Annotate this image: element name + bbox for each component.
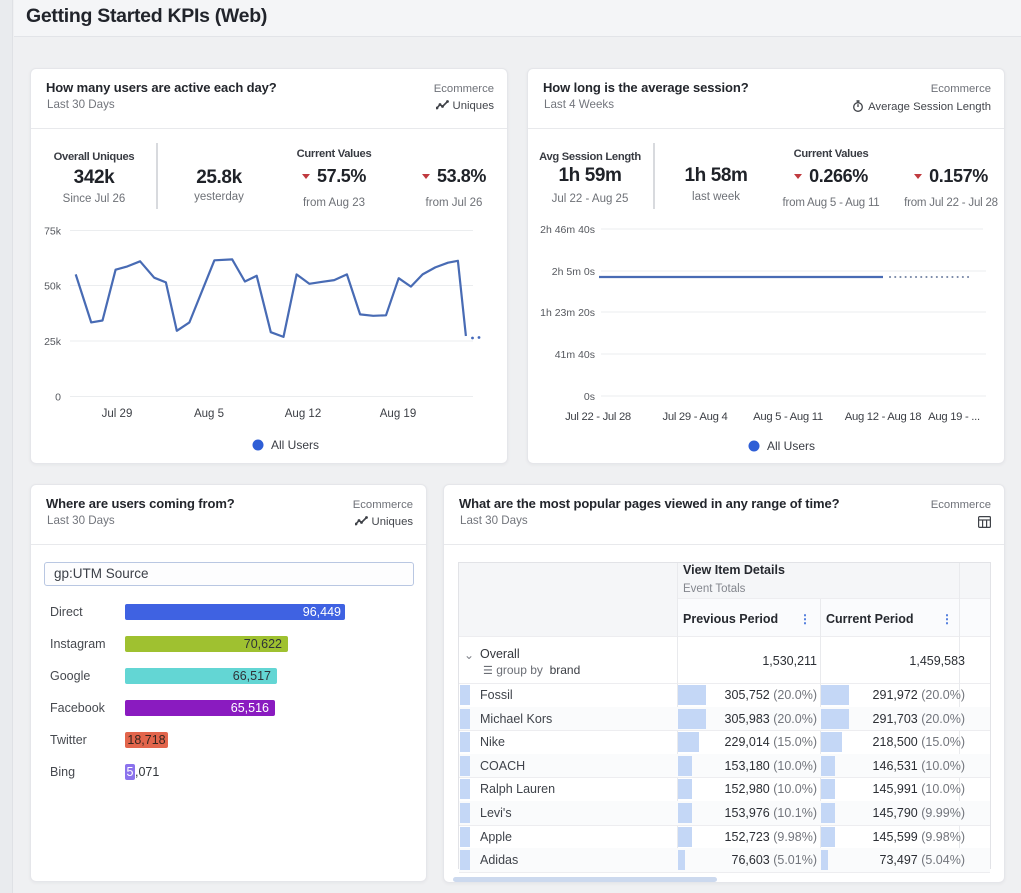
svg-text:0: 0 <box>55 392 61 404</box>
svg-text:All Users: All Users <box>767 439 815 453</box>
svg-text:25k: 25k <box>44 336 62 348</box>
svg-text:Jul 29 - Aug 4: Jul 29 - Aug 4 <box>663 411 728 423</box>
svg-text:Aug 19 - ...: Aug 19 - ... <box>928 411 980 423</box>
svg-text:Jul 22 - Jul 28: Jul 22 - Jul 28 <box>565 411 631 423</box>
svg-text:Aug 5: Aug 5 <box>194 408 224 420</box>
svg-text:1h 23m 20s: 1h 23m 20s <box>540 307 595 319</box>
svg-text:Aug 12 - Aug 18: Aug 12 - Aug 18 <box>845 411 922 423</box>
svg-text:Aug 5 - Aug 11: Aug 5 - Aug 11 <box>753 411 823 423</box>
svg-text:50k: 50k <box>44 281 62 293</box>
svg-text:0s: 0s <box>584 391 595 403</box>
svg-text:Jul 29: Jul 29 <box>102 408 133 420</box>
svg-text:75k: 75k <box>44 226 62 238</box>
svg-text:All Users: All Users <box>271 438 319 452</box>
svg-text:41m 40s: 41m 40s <box>555 349 595 361</box>
svg-text:Aug 19: Aug 19 <box>380 408 416 420</box>
svg-text:2h 5m 0s: 2h 5m 0s <box>552 266 595 278</box>
svg-text:Aug 12: Aug 12 <box>285 408 321 420</box>
svg-text:2h 46m 40s: 2h 46m 40s <box>540 224 595 236</box>
